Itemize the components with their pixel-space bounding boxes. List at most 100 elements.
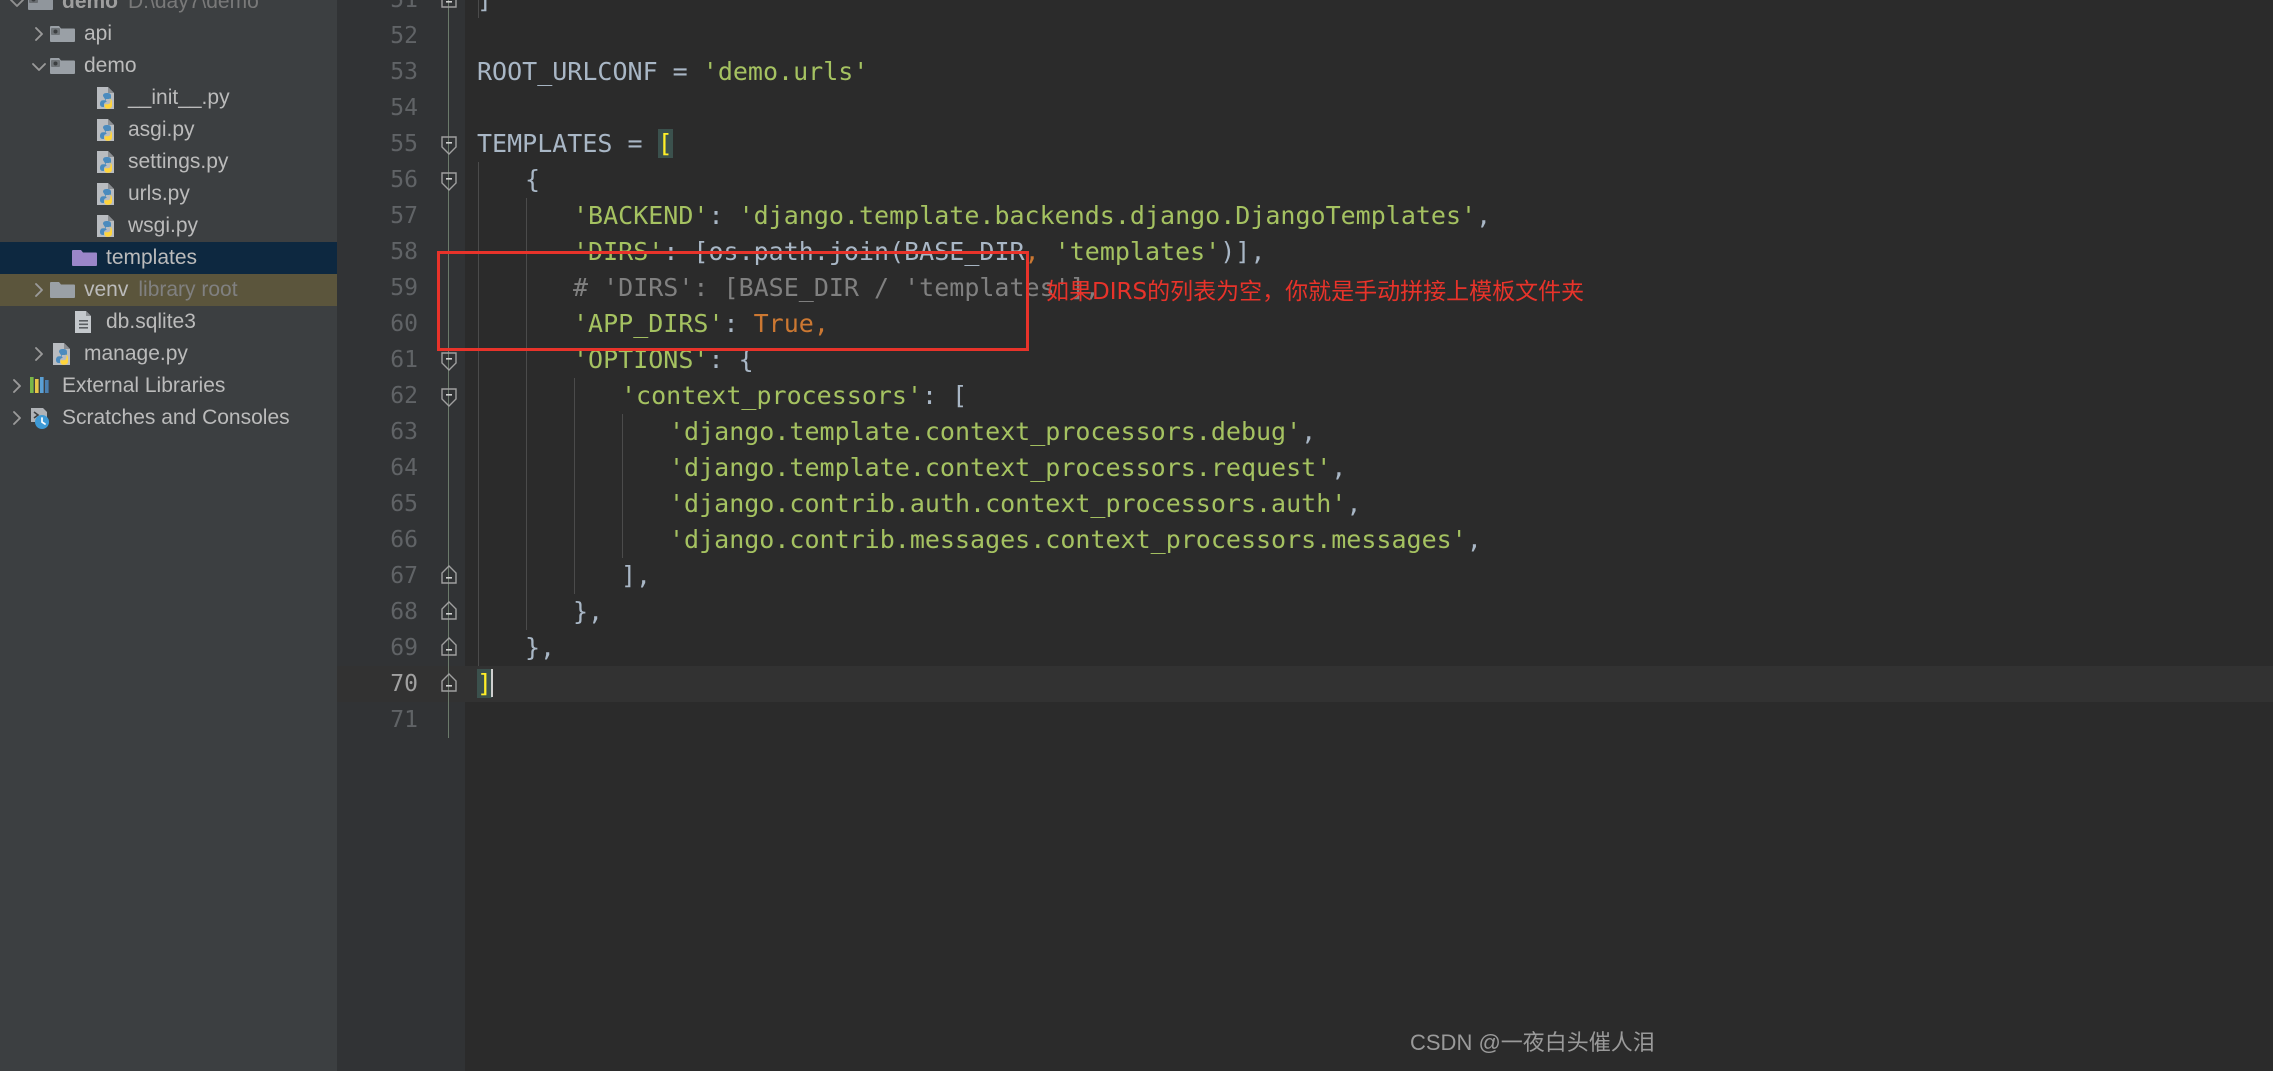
code-line-53[interactable]: ROOT_URLCONF = 'demo.urls': [477, 54, 868, 90]
line-number: 62: [390, 383, 418, 409]
fold-end-icon[interactable]: [438, 594, 460, 630]
csdn-watermark: CSDN @一夜白头催人泪: [1410, 1030, 1655, 1055]
indent-guide: [478, 234, 479, 270]
code-token: 'templates': [1054, 237, 1221, 266]
fold-collapse-icon[interactable]: [438, 126, 460, 162]
fold-end-icon[interactable]: [438, 558, 460, 594]
code-text-area[interactable]: ] ROOT_URLCONF = 'demo.urls' TEMPLATES = […: [465, 0, 2273, 1071]
code-token: [: [657, 129, 673, 158]
code-token: : {: [708, 345, 754, 374]
code-token: 'BACKEND': [573, 201, 709, 230]
tree-item-venv[interactable]: venv library root: [0, 274, 337, 306]
fold-end-icon[interactable]: [438, 666, 460, 702]
code-line-56[interactable]: {: [525, 162, 540, 198]
code-line-61[interactable]: 'OPTIONS': {: [573, 342, 754, 378]
line-number: 57: [390, 203, 418, 229]
code-token: ,: [813, 309, 829, 338]
pycharm-window: demo D:\day7\demo api demo __init__.py asgi…: [0, 0, 2273, 1071]
tree-item-templates[interactable]: templates: [0, 242, 337, 274]
code-line-68[interactable]: },: [573, 594, 603, 630]
chevron-down-icon[interactable]: [28, 60, 50, 73]
code-editor[interactable]: 51 52 53 54 55 56 57 58 59 60 61 62 63 64 65 66 67 68 69 70…: [337, 0, 2273, 1071]
code-line-55[interactable]: TEMPLATES = [: [477, 126, 673, 162]
tree-item-label: manage.py: [84, 342, 188, 365]
tree-item-label: settings.py: [128, 150, 229, 173]
code-line-59[interactable]: # 'DIRS': [BASE_DIR / 'templates'],: [573, 270, 1100, 306]
fold-collapse-icon[interactable]: [438, 378, 460, 414]
code-line-67[interactable]: ],: [621, 558, 651, 594]
tree-item-api[interactable]: api: [0, 18, 337, 50]
tree-item-settings-py[interactable]: settings.py: [0, 146, 337, 178]
indent-guide: [526, 270, 527, 306]
code-line-65[interactable]: 'django.contrib.auth.context_processors.…: [669, 486, 1361, 522]
line-number: 60: [390, 311, 418, 337]
chevron-right-icon[interactable]: [6, 378, 28, 394]
indent-guide: [478, 270, 479, 306]
code-line-64[interactable]: 'django.template.context_processors.requ…: [669, 450, 1346, 486]
scratches-icon: [28, 406, 56, 430]
line-number-gutter[interactable]: 51 52 53 54 55 56 57 58 59 60 61 62 63 64 65 66 67 68 69 70…: [337, 0, 432, 1071]
tree-item-db-sqlite3[interactable]: db.sqlite3: [0, 306, 337, 338]
code-line-70[interactable]: ]: [477, 666, 494, 702]
chevron-right-icon[interactable]: [28, 282, 50, 298]
code-token: 'django.contrib.auth.context_processors.…: [669, 489, 1347, 518]
line-number: 68: [390, 599, 418, 625]
line-number: 59: [390, 275, 418, 301]
tree-item-manage-py[interactable]: manage.py: [0, 338, 337, 370]
line-number: 64: [390, 455, 418, 481]
tree-item-external-libraries[interactable]: External Libraries: [0, 370, 337, 402]
tree-item-wsgi-py[interactable]: wsgi.py: [0, 210, 337, 242]
code-line-51[interactable]: ]: [477, 0, 492, 18]
tree-item-scratches-and-consoles[interactable]: Scratches and Consoles: [0, 402, 337, 434]
code-line-60[interactable]: 'APP_DIRS': True,: [573, 306, 829, 342]
code-line-58[interactable]: 'DIRS': [os.path.join(BASE_DIR, 'templat…: [573, 234, 1265, 270]
code-token: 'DIRS': [573, 237, 664, 266]
line-number: 56: [390, 167, 418, 193]
code-line-66[interactable]: 'django.contrib.messages.context_process…: [669, 522, 1482, 558]
indent-guide: [478, 378, 479, 414]
module-folder-icon: [50, 22, 78, 46]
chevron-right-icon[interactable]: [28, 26, 50, 42]
code-token: ,: [1476, 201, 1492, 230]
code-token: 'django.template.backends.django.DjangoT…: [738, 201, 1477, 230]
fold-end-icon[interactable]: [438, 630, 460, 666]
indent-guide: [526, 450, 527, 486]
tree-item-demo[interactable]: demo: [0, 50, 337, 82]
code-line-62[interactable]: 'context_processors': [: [621, 378, 967, 414]
chevron-right-icon[interactable]: [28, 346, 50, 362]
code-line-69[interactable]: },: [525, 630, 555, 666]
code-token: # 'DIRS': [BASE_DIR / 'templates'],: [573, 273, 1100, 302]
indent-guide: [478, 306, 479, 342]
tree-item-urls-py[interactable]: urls.py: [0, 178, 337, 210]
fold-gutter[interactable]: [432, 0, 465, 1071]
tree-item-asgi-py[interactable]: asgi.py: [0, 114, 337, 146]
indent-guide: [622, 450, 623, 486]
chevron-right-icon[interactable]: [6, 410, 28, 426]
fold-end-icon[interactable]: [438, 0, 460, 18]
tree-item--init-py[interactable]: __init__.py: [0, 82, 337, 114]
code-token: ]: [477, 669, 493, 698]
tree-item-demo[interactable]: demo D:\day7\demo: [0, 0, 337, 18]
code-token: :: [708, 201, 739, 230]
code-line-63[interactable]: 'django.template.context_processors.debu…: [669, 414, 1316, 450]
code-line-57[interactable]: 'BACKEND': 'django.template.backends.dja…: [573, 198, 1491, 234]
line-number: 63: [390, 419, 418, 445]
tree-item-label: Scratches and Consoles: [62, 406, 290, 429]
project-tool-window[interactable]: demo D:\day7\demo api demo __init__.py asgi…: [0, 0, 337, 1071]
fold-collapse-icon[interactable]: [438, 342, 460, 378]
code-token: 'django.template.context_processors.debu…: [669, 417, 1302, 446]
code-token: :: [723, 309, 754, 338]
module-folder-icon: [50, 54, 78, 78]
tree-item-detail: D:\day7\demo: [128, 0, 259, 13]
current-line-highlight: [465, 666, 2273, 702]
database-file-icon: [72, 310, 100, 334]
chevron-down-icon[interactable]: [6, 0, 28, 9]
indent-guide: [574, 378, 575, 414]
code-token: },: [525, 633, 556, 662]
tree-item-label: db.sqlite3: [106, 310, 196, 333]
code-token: : [: [922, 381, 968, 410]
fold-collapse-icon[interactable]: [438, 162, 460, 198]
